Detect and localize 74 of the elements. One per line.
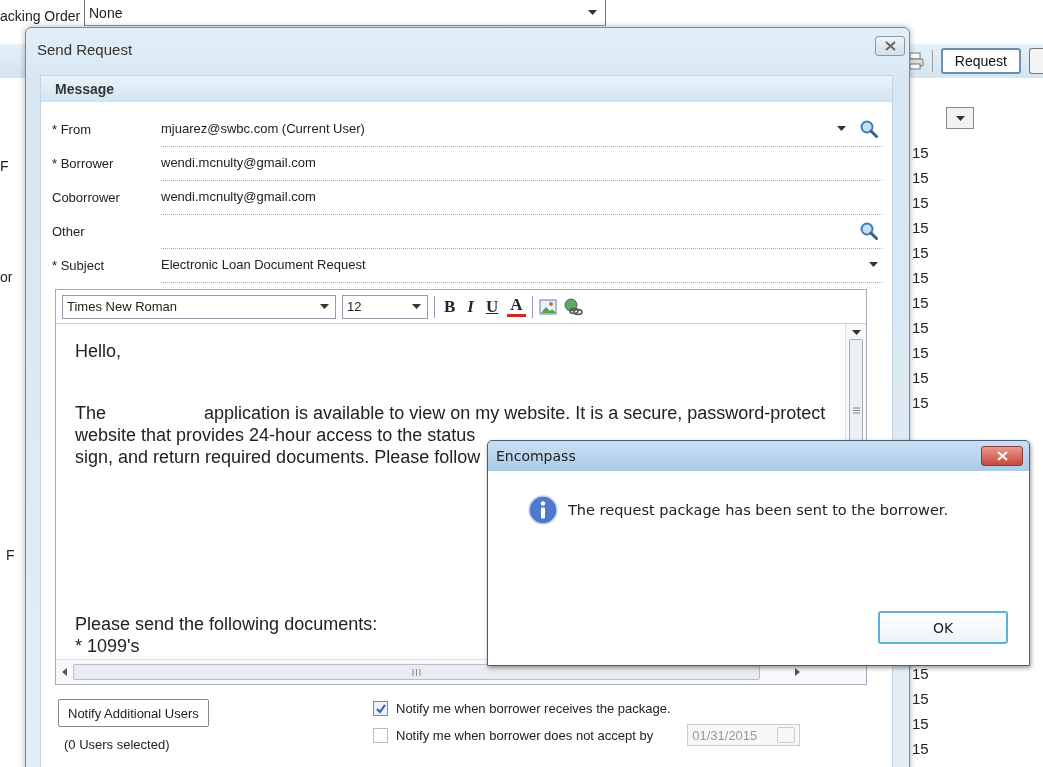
- bold-button[interactable]: B: [441, 297, 459, 316]
- font-color-button[interactable]: A: [507, 296, 526, 317]
- table-cell-text: 15: [911, 714, 930, 734]
- caret-icon: [869, 262, 878, 267]
- dropdown-button[interactable]: [946, 107, 974, 129]
- caret-icon: [837, 126, 846, 131]
- field-label: * Borrower: [52, 155, 115, 171]
- field-label: * Subject: [52, 257, 106, 273]
- checkbox[interactable]: [373, 701, 388, 716]
- field-label: Other: [52, 223, 86, 239]
- field-label: * From: [52, 121, 92, 137]
- close-icon: [884, 40, 896, 51]
- message-text: website that provides 24-hour access to the status: [75, 424, 476, 446]
- caret-icon: [588, 10, 597, 15]
- notify-users-button[interactable]: Notify Additional Users: [58, 699, 209, 727]
- table-cell-text: 15: [911, 343, 930, 363]
- close-icon: [996, 451, 1008, 461]
- request-button[interactable]: Request: [940, 48, 1021, 74]
- toolbar-button[interactable]: [1029, 48, 1043, 74]
- table-cell-text: 15: [911, 143, 930, 163]
- table-cell-text: 15: [911, 293, 930, 313]
- table-cell-text: 15: [911, 243, 930, 263]
- close-button[interactable]: [875, 35, 905, 56]
- checkbox-label: Notify me when borrower receives the package.: [396, 701, 671, 716]
- scroll-thumb[interactable]: [73, 664, 760, 680]
- font-select[interactable]: Times New Roman: [62, 294, 336, 319]
- users-selected-text: (0 Users selected): [63, 737, 171, 752]
- search-icon[interactable]: [860, 119, 878, 138]
- info-icon: [528, 495, 558, 525]
- input-field[interactable]: wendi.mcnulty@gmail.com: [161, 145, 882, 181]
- scroll-left-icon[interactable]: [62, 668, 67, 676]
- checkbox[interactable]: [373, 727, 388, 743]
- message-text: The: [75, 402, 107, 424]
- table-cell-text: 15: [911, 664, 930, 684]
- field-label: or: [0, 269, 14, 285]
- checkbox-label: Notify me when borrower does not accept by: [396, 727, 654, 743]
- table-cell-text: 15: [911, 739, 930, 759]
- field-label: F: [6, 547, 16, 563]
- input-field[interactable]: Electronic Loan Document Request: [161, 247, 882, 283]
- table-cell-text: 15: [911, 218, 930, 238]
- close-button[interactable]: [981, 446, 1023, 466]
- underline-button[interactable]: U: [482, 297, 502, 316]
- message-text: Please send the following documents:: [75, 613, 378, 635]
- combo-box[interactable]: None: [84, 0, 606, 26]
- field-label: acking Order: [0, 8, 82, 24]
- ok-button[interactable]: OK: [878, 611, 1008, 644]
- field-label: F: [0, 158, 10, 174]
- table-cell-text: 15: [911, 368, 930, 388]
- section-header: Message: [41, 76, 892, 102]
- message-text: Hello,: [75, 340, 122, 362]
- caret-icon: [955, 115, 965, 121]
- table-cell-text: 15: [911, 268, 930, 288]
- scroll-right-icon[interactable]: [795, 668, 800, 676]
- message-text: sign, and return required documents. Please follow: [75, 446, 481, 468]
- link-icon[interactable]: [562, 297, 583, 316]
- input-field[interactable]: wendi.mcnulty@gmail.com: [161, 179, 882, 215]
- table-cell-text: 15: [911, 318, 930, 338]
- image-icon[interactable]: [538, 298, 557, 315]
- table-cell-text: 15: [911, 393, 930, 413]
- field-label: Coborrower: [52, 189, 121, 205]
- table-cell-text: 15: [911, 193, 930, 213]
- window-title: Encompass: [496, 448, 576, 464]
- window-title: Send Request: [37, 41, 133, 58]
- caret-icon: [320, 304, 329, 309]
- size-select[interactable]: 12: [342, 294, 428, 319]
- italic-button[interactable]: I: [464, 297, 477, 316]
- message-text: application is available to view on my website. It is a secure, password-protect: [204, 402, 826, 424]
- table-cell-text: 15: [911, 168, 930, 188]
- message-text: The request package has been sent to the borrower.: [568, 502, 949, 518]
- table-cell-text: 15: [911, 689, 930, 709]
- search-icon[interactable]: [860, 221, 878, 240]
- message-text: * 1099's: [75, 635, 140, 657]
- input-field[interactable]: mjuarez@swbc.com (Current User): [161, 111, 882, 147]
- caret-icon: [412, 304, 421, 309]
